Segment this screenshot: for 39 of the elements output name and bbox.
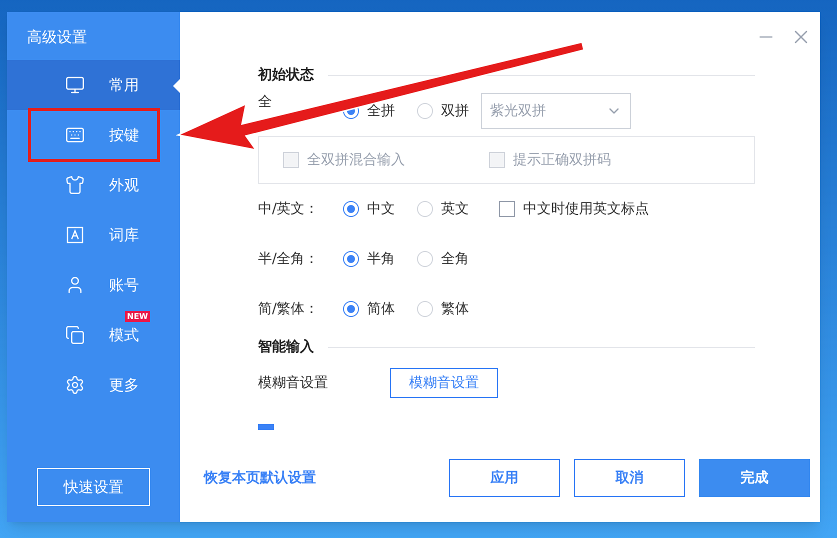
sidebar-item[interactable]: 按键 <box>7 110 180 160</box>
monitor-icon <box>65 75 85 95</box>
selection-notch-icon <box>173 79 180 93</box>
radio-option[interactable]: 简体 <box>343 298 395 320</box>
radio-option[interactable]: 半角 <box>343 248 395 270</box>
section-title: 初始状态 <box>258 66 314 84</box>
sidebar-item[interactable]: 更多 <box>7 360 180 410</box>
checkbox-icon[interactable] <box>258 424 274 430</box>
new-badge: NEW <box>125 311 150 322</box>
shirt-icon <box>65 175 85 195</box>
fuzzy-settings-button[interactable]: 模糊音设置 <box>390 368 498 398</box>
row-label: 全 <box>258 93 273 112</box>
highlight-frame: 按键 <box>28 108 160 162</box>
radio-option[interactable]: 双拼 <box>417 100 469 122</box>
copy-icon <box>65 325 85 345</box>
radio-option[interactable]: 中文 <box>343 198 395 220</box>
letter-a-icon <box>65 225 85 245</box>
sidebar-item[interactable]: 词库 <box>7 210 180 260</box>
section-title: 智能输入 <box>258 338 314 356</box>
sidebar-item[interactable]: NEW 模式 <box>7 310 180 360</box>
window-title: 高级设置 <box>26 27 88 48</box>
dialog-button[interactable]: 完成 <box>699 459 810 497</box>
row-label: 半/全角： <box>258 250 320 268</box>
sidebar-item[interactable]: 外观 <box>7 160 180 210</box>
keyboard-icon <box>65 125 85 145</box>
settings-icon <box>65 375 85 395</box>
dialog-button[interactable]: 取消 <box>574 459 685 497</box>
row-label: 模糊音设置 <box>258 374 329 392</box>
radio-option[interactable]: 英文 <box>417 198 469 220</box>
restore-defaults-link[interactable]: 恢复本页默认设置 <box>204 468 316 488</box>
quick-settings-button[interactable]: 快速设置 <box>37 468 150 506</box>
row-label: 中/英文： <box>258 200 320 218</box>
radio-option[interactable]: 全角 <box>417 248 469 270</box>
sidebar-item[interactable]: 常用 <box>7 60 180 110</box>
radio-option[interactable]: 繁体 <box>417 298 469 320</box>
checkbox[interactable]: 中文时使用英文标点 <box>499 198 649 220</box>
dialog-button[interactable]: 应用 <box>449 459 560 497</box>
row-label: 简/繁体： <box>258 300 320 318</box>
sidebar-item[interactable]: 账号 <box>7 260 180 310</box>
